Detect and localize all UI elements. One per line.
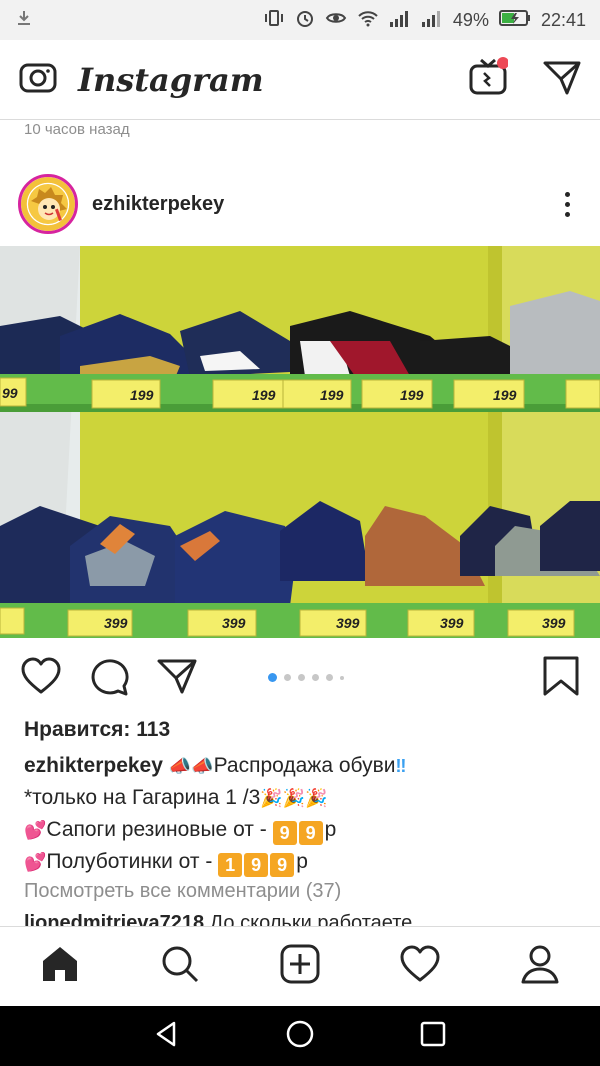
search-icon[interactable]: [159, 943, 201, 990]
previous-post-time: 10 часов назад: [24, 121, 130, 138]
caption-text-4: Полуботинки от -: [46, 850, 213, 873]
two-hearts-emoji-icon: 💕: [24, 820, 47, 840]
carousel-dot: [326, 674, 333, 681]
price-tag-top-5: 199: [493, 387, 517, 403]
carousel-dot: [312, 674, 319, 681]
price-tag-bottom-1: 399: [104, 615, 128, 631]
wifi-icon: [357, 8, 379, 33]
post-header: ezhikterpekey: [0, 165, 600, 243]
signal-icon-1: [389, 9, 411, 32]
price-tag-top-2: 199: [252, 387, 276, 403]
price-tag-bottom-3: 399: [336, 615, 360, 631]
price-tag-bottom-5: 399: [542, 615, 566, 631]
digit-box: 1: [218, 853, 243, 877]
caption-line-3: 💕Сапоги резиновые от - 99р: [24, 814, 584, 846]
comment-preview: lionedmitrieva7218 До скольки работаете: [24, 912, 584, 926]
currency-suffix: р: [324, 818, 337, 841]
instagram-logo: Instagram: [78, 60, 264, 99]
download-icon: [14, 8, 34, 33]
eye-icon: [325, 8, 347, 33]
two-hearts-emoji-icon: 💕: [24, 852, 47, 872]
post-image[interactable]: 99 199 199 199 199 199 399 399 399 399 3…: [0, 246, 600, 638]
price-tag-bottom-4: 399: [440, 615, 464, 631]
price-tag-bottom-2: 399: [222, 615, 246, 631]
caption-username[interactable]: ezhikterpekey: [24, 754, 163, 777]
currency-suffix: р: [296, 850, 308, 873]
profile-icon[interactable]: [519, 943, 561, 990]
bookmark-icon[interactable]: [542, 655, 580, 702]
recents-icon[interactable]: [418, 1019, 448, 1054]
caption-text-2: *только на Гагарина 1 /3: [24, 786, 261, 809]
caption-text-3: Сапоги резиновые от -: [46, 818, 267, 841]
party-popper-emoji-icon: 🎉🎉🎉: [260, 788, 328, 808]
carousel-dot: [340, 675, 344, 680]
carousel-dot-active: [268, 673, 277, 682]
comment-icon[interactable]: [88, 656, 130, 701]
direct-message-icon[interactable]: [542, 57, 582, 102]
price-tag-top-1: 199: [130, 387, 154, 403]
caption-line-2: *только на Гагарина 1 /3🎉🎉🎉: [24, 782, 584, 814]
digit-box: 9: [272, 821, 297, 845]
carousel-dot: [284, 674, 291, 681]
new-post-icon[interactable]: [279, 943, 321, 990]
post-caption: ezhikterpekey 📣📣Распродажа обуви‼ *тольк…: [24, 750, 584, 878]
clock: 22:41: [540, 9, 586, 30]
bottom-navigation: [0, 926, 600, 1006]
status-bar: 49% 22:41: [0, 0, 600, 40]
caption-text-1: Распродажа обуви: [213, 754, 396, 777]
camera-icon[interactable]: [18, 57, 58, 102]
app-header: Instagram: [0, 40, 600, 120]
caption-line-1: ezhikterpekey 📣📣Распродажа обуви‼: [24, 750, 584, 782]
more-options-icon[interactable]: [552, 191, 582, 217]
igtv-icon[interactable]: [468, 57, 509, 102]
vibrate-icon: [263, 8, 285, 33]
caption-line-4: 💕Полуботинки от - 199р: [24, 846, 584, 878]
megaphone-emoji-icon: 📣📣: [168, 756, 214, 776]
comment-text: До скольки работаете: [209, 912, 413, 926]
activity-heart-icon[interactable]: [399, 943, 441, 990]
double-exclamation-emoji-icon: ‼: [395, 756, 407, 776]
likes-count[interactable]: Нравится: 113: [24, 718, 170, 742]
svg-text:99: 99: [2, 385, 18, 401]
price-tag-top-4: 199: [400, 387, 424, 403]
back-icon[interactable]: [152, 1019, 182, 1054]
digit-box: 9: [298, 821, 323, 845]
carousel-indicator: [268, 673, 344, 682]
post-username[interactable]: ezhikterpekey: [92, 193, 552, 216]
carousel-dot: [298, 674, 305, 681]
view-all-comments-link[interactable]: Посмотреть все комментарии (37): [24, 880, 341, 903]
alarm-icon: [295, 8, 315, 33]
shoe-shelf-photo: 99 199 199 199 199 199 399 399 399 399 3…: [0, 246, 600, 638]
like-heart-icon[interactable]: [20, 656, 62, 701]
system-navigation-bar: [0, 1006, 600, 1066]
digit-box: 9: [244, 853, 269, 877]
avatar[interactable]: [18, 174, 78, 234]
digit-box: 9: [270, 853, 295, 877]
home-circle-icon[interactable]: [285, 1019, 315, 1054]
battery-charging-icon: [498, 9, 531, 32]
signal-icon-2: [421, 9, 443, 32]
price-tag-top-3: 199: [320, 387, 344, 403]
battery-percent: 49%: [452, 9, 489, 30]
comment-username[interactable]: lionedmitrieva7218: [24, 912, 204, 926]
home-icon[interactable]: [39, 943, 81, 990]
share-icon[interactable]: [156, 656, 198, 701]
